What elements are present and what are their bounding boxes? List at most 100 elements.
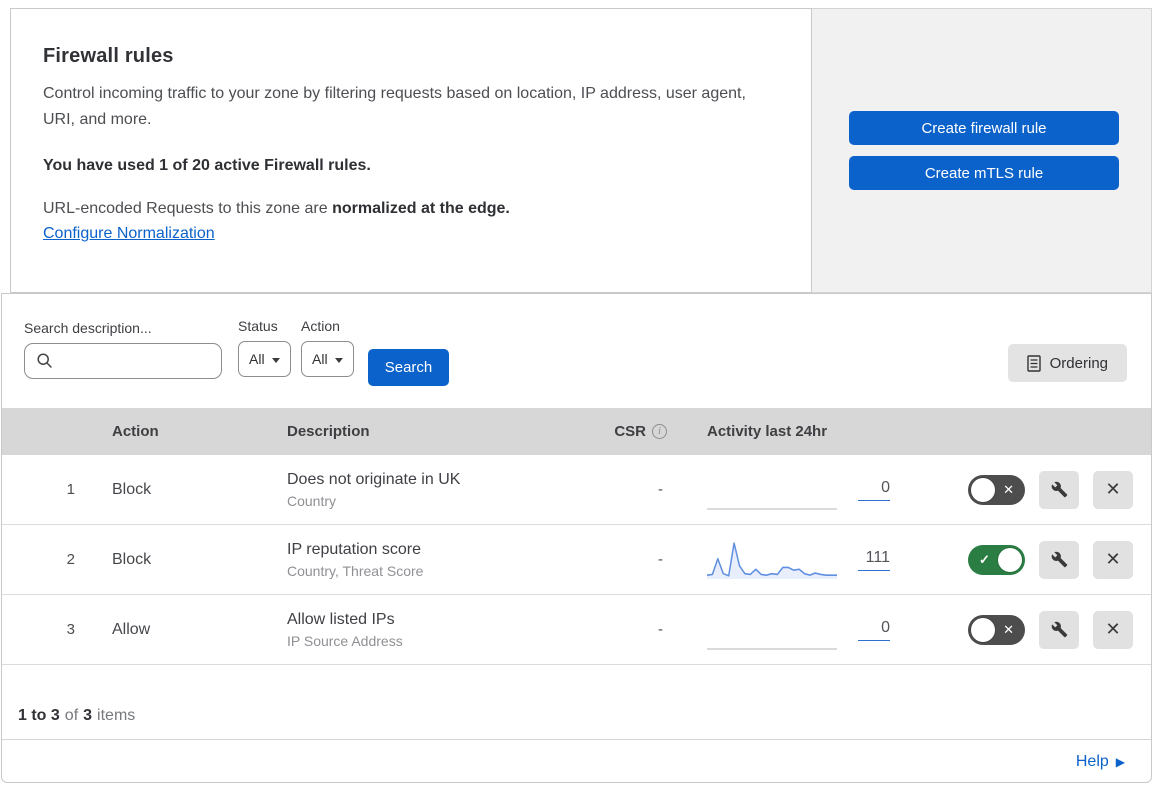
info-icon[interactable]: i <box>652 424 667 439</box>
table-row: 2 Block IP reputation score Country, Thr… <box>2 525 1151 595</box>
rule-fields: IP Source Address <box>287 632 403 649</box>
status-select-value: All <box>249 351 265 367</box>
firewall-rules-page: Firewall rules Control incoming traffic … <box>0 0 1161 791</box>
col-csr-header: CSR i <box>577 423 667 440</box>
rule-enabled-toggle[interactable]: ✓ <box>968 544 1025 575</box>
rule-priority: 2 <box>66 551 75 568</box>
toggle-state-icon: ✕ <box>1003 481 1014 497</box>
close-icon: ✕ <box>1105 479 1121 499</box>
toggle-knob <box>998 547 1022 572</box>
close-icon: ✕ <box>1105 549 1121 569</box>
col-csr-label: CSR <box>614 423 646 440</box>
delete-rule-button[interactable]: ✕ <box>1093 540 1133 579</box>
usage-text: You have used 1 of 20 active Firewall ru… <box>43 156 371 174</box>
col-description-header: Description <box>287 423 370 440</box>
delete-rule-button[interactable]: ✕ <box>1093 470 1133 509</box>
summary-items: items <box>97 707 136 724</box>
arrow-right-icon: ▶ <box>1115 755 1125 769</box>
edit-rule-button[interactable] <box>1039 610 1079 649</box>
rule-description-cell: IP reputation score Country, Threat Scor… <box>265 541 577 579</box>
status-select[interactable]: All <box>238 341 291 377</box>
action-filter-group: Action All <box>301 318 354 377</box>
filter-bar: Search description... Status All Action <box>2 294 1151 408</box>
table-row: 3 Allow Allow listed IPs IP Source Addre… <box>2 595 1151 665</box>
rule-csr: - <box>658 621 663 638</box>
actions-panel: Create firewall rule Create mTLS rule <box>812 8 1152 293</box>
toggle-knob <box>971 477 995 502</box>
delete-rule-button[interactable]: ✕ <box>1093 610 1133 649</box>
rule-controls: ✓ ✕ <box>922 540 1151 579</box>
rule-fields: Country <box>287 492 337 509</box>
edit-rule-button[interactable] <box>1039 540 1079 579</box>
normalization-bold: normalized at the edge. <box>332 199 510 217</box>
action-select-value: All <box>312 351 328 367</box>
edit-rule-button[interactable] <box>1039 470 1079 509</box>
activity-count-link[interactable]: 0 <box>858 619 890 641</box>
ordering-button-label: Ordering <box>1049 354 1108 372</box>
table-row: 1 Block Does not originate in UK Country… <box>2 455 1151 525</box>
rule-description: IP reputation score <box>287 540 422 558</box>
summary-total: 3 <box>83 707 93 724</box>
activity-count-link[interactable]: 111 <box>858 549 890 571</box>
activity-sparkline <box>707 540 837 580</box>
rule-activity-cell: 111 <box>667 540 922 580</box>
rule-controls: ✕ ✕ <box>922 470 1151 509</box>
activity-count-link[interactable]: 0 <box>858 479 890 501</box>
rule-action: Allow <box>112 620 151 638</box>
rule-enabled-toggle[interactable]: ✕ <box>968 474 1025 505</box>
rule-csr: - <box>658 551 663 568</box>
rule-fields: Country, Threat Score <box>287 562 424 579</box>
page-title: Firewall rules <box>43 45 174 67</box>
search-icon <box>37 353 52 368</box>
help-bar: Help ▶ <box>2 740 1151 784</box>
ordering-list-icon <box>1026 354 1041 372</box>
rule-description: Allow listed IPs <box>287 610 395 628</box>
rule-description-cell: Allow listed IPs IP Source Address <box>265 611 577 649</box>
search-group: Search description... <box>24 320 222 379</box>
col-action-header: Action <box>112 423 159 440</box>
help-link[interactable]: Help ▶ <box>1076 753 1125 771</box>
table-header: Action Description CSR i Activity last 2… <box>2 408 1151 455</box>
rule-activity-cell: 0 <box>667 610 922 650</box>
create-mtls-rule-button[interactable]: Create mTLS rule <box>849 156 1119 190</box>
close-icon: ✕ <box>1105 619 1121 639</box>
ordering-button[interactable]: Ordering <box>1007 344 1127 382</box>
table-body: 1 Block Does not originate in UK Country… <box>2 455 1151 665</box>
activity-sparkline <box>707 470 837 510</box>
wrench-icon <box>1051 621 1067 638</box>
search-button[interactable]: Search <box>368 349 449 386</box>
rule-action: Block <box>112 550 152 568</box>
header-section: Firewall rules Control incoming traffic … <box>10 8 1152 293</box>
rule-description: Does not originate in UK <box>287 470 461 488</box>
create-firewall-rule-button[interactable]: Create firewall rule <box>849 111 1119 145</box>
toggle-state-icon: ✕ <box>1003 621 1014 637</box>
rule-priority: 1 <box>66 481 75 498</box>
status-filter-group: Status All <box>238 318 291 377</box>
status-label: Status <box>238 318 278 334</box>
pagination-summary: 1 to 3 of 3 items <box>2 665 1151 740</box>
summary-of: of <box>64 707 79 724</box>
action-select[interactable]: All <box>301 341 354 377</box>
chevron-down-icon <box>334 357 343 363</box>
chevron-down-icon <box>271 357 280 363</box>
normalization-text: URL-encoded Requests to this zone are no… <box>43 200 771 218</box>
toggle-knob <box>971 617 995 642</box>
help-link-label: Help <box>1075 753 1109 770</box>
rules-card: Search description... Status All Action <box>1 293 1152 783</box>
summary-range: 1 to 3 <box>18 707 60 724</box>
search-label: Search description... <box>24 320 152 336</box>
rule-enabled-toggle[interactable]: ✕ <box>968 614 1025 645</box>
page-description: Control incoming traffic to your zone by… <box>43 85 746 128</box>
search-input[interactable] <box>24 343 222 379</box>
action-label: Action <box>301 318 340 334</box>
toggle-state-icon: ✓ <box>979 551 990 567</box>
intro-card: Firewall rules Control incoming traffic … <box>10 8 812 293</box>
wrench-icon <box>1051 551 1067 568</box>
rule-description-cell: Does not originate in UK Country <box>265 471 577 509</box>
rule-action: Block <box>112 480 152 498</box>
activity-sparkline <box>707 610 837 650</box>
rule-priority: 3 <box>66 621 75 638</box>
configure-normalization-link[interactable]: Configure Normalization <box>43 225 215 243</box>
col-activity-header: Activity last 24hr <box>707 423 828 440</box>
rule-controls: ✕ ✕ <box>922 610 1151 649</box>
